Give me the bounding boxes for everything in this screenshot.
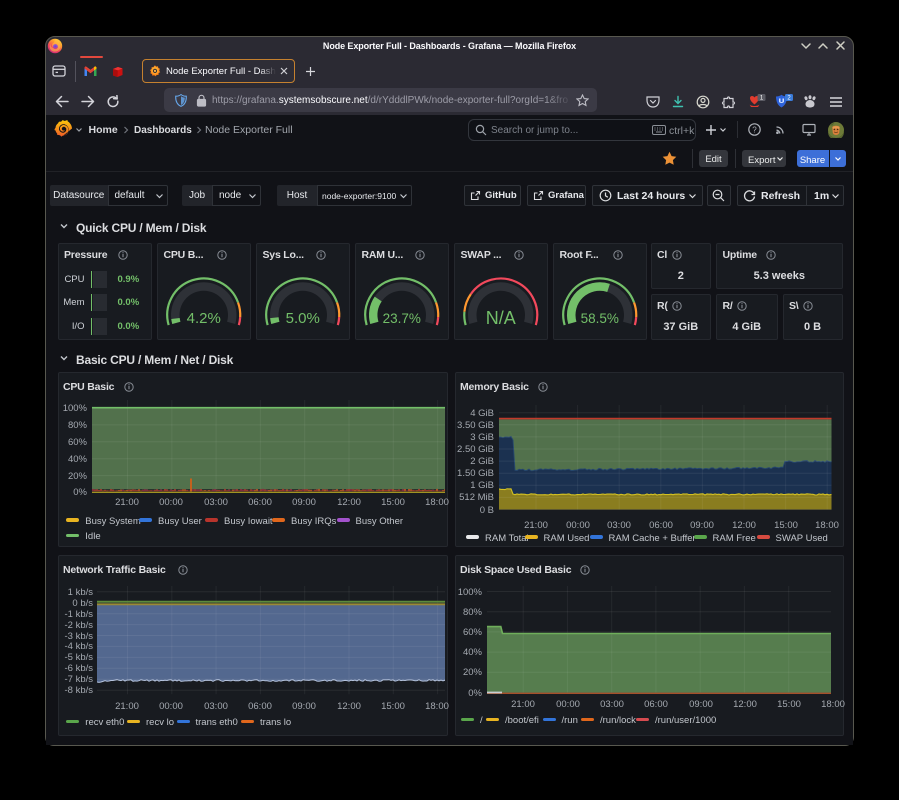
svg-text:?: ? [752, 125, 757, 134]
